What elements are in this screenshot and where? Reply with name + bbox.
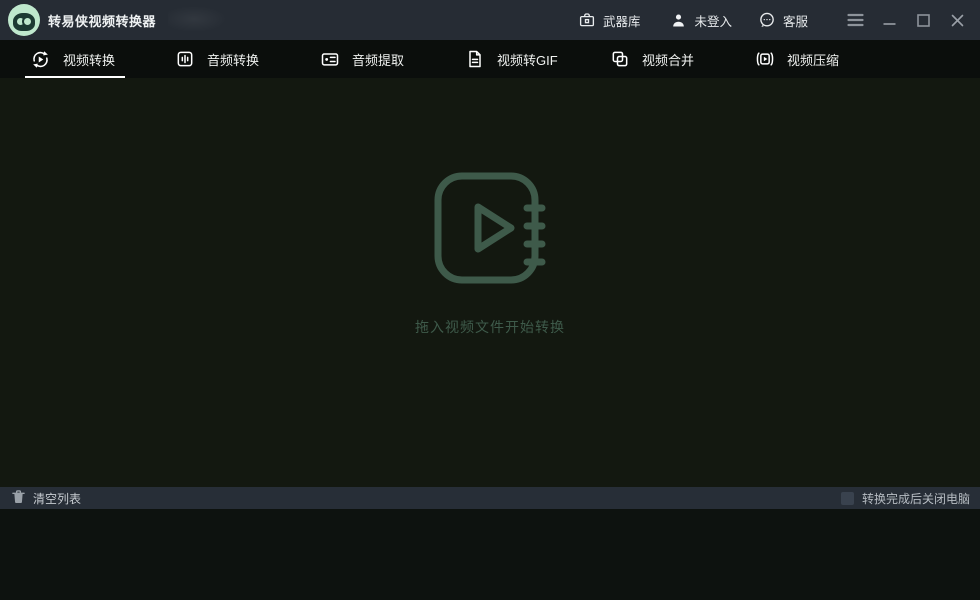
chat-icon: [758, 11, 776, 29]
title-bar: 转易侠视频转换器 武器库: [0, 0, 980, 40]
arsenal-button[interactable]: 武器库: [578, 11, 641, 30]
tab-label: 音频提取: [352, 50, 404, 69]
tab-label: 音频转换: [207, 50, 259, 69]
app-logo-icon: [8, 4, 40, 36]
service-button[interactable]: 客服: [758, 11, 808, 30]
drop-hint-text: 拖入视频文件开始转换: [415, 317, 565, 337]
app-title: 转易侠视频转换器: [48, 0, 156, 40]
audio-convert-icon: [175, 49, 195, 69]
close-icon: [951, 14, 964, 27]
shutdown-label: 转换完成后关闭电脑: [862, 490, 970, 507]
watermark: [168, 6, 226, 32]
app-window: 转易侠视频转换器 武器库: [0, 0, 980, 600]
minimize-icon: [883, 13, 896, 27]
service-label: 客服: [783, 11, 808, 30]
tab-audio-extract[interactable]: 音频提取: [304, 40, 449, 78]
clear-list-label: 清空列表: [33, 490, 81, 507]
video-merge-icon: [610, 49, 630, 69]
video-placeholder-icon: [430, 170, 550, 291]
feature-tab-bar: 视频转换 音频转换 音频提取: [0, 40, 980, 78]
tab-audio-convert[interactable]: 音频转换: [159, 40, 304, 78]
shutdown-option: 转换完成后关闭电脑: [841, 490, 970, 507]
close-button[interactable]: [940, 0, 974, 40]
video-drop-zone[interactable]: 拖入视频文件开始转换: [0, 78, 980, 487]
audio-extract-icon: [320, 49, 340, 69]
video-to-gif-icon: [465, 49, 485, 69]
tab-video-convert[interactable]: 视频转换: [14, 40, 159, 78]
bottom-panel: 转换格式: MP4 - 保持原视频设置 存储目录: C:\Users\Admin…: [0, 509, 980, 600]
tab-label: 视频合并: [642, 50, 694, 69]
tab-video-merge[interactable]: 视频合并: [594, 40, 739, 78]
tab-label: 视频压缩: [787, 50, 839, 69]
minimize-button[interactable]: [872, 0, 906, 40]
list-toolbar: 清空列表 转换完成后关闭电脑: [0, 487, 980, 509]
video-convert-icon: [30, 49, 51, 70]
tab-video-to-gif[interactable]: 视频转GIF: [449, 40, 594, 78]
login-button[interactable]: 未登入: [670, 11, 732, 30]
shutdown-checkbox[interactable]: [841, 492, 854, 505]
arsenal-icon: [578, 11, 596, 29]
trash-icon: [12, 490, 25, 507]
maximize-icon: [917, 14, 930, 27]
tab-video-compress[interactable]: 视频压缩: [739, 40, 884, 78]
maximize-button[interactable]: [906, 0, 940, 40]
user-icon: [670, 12, 687, 29]
clear-list-button[interactable]: 清空列表: [12, 490, 81, 507]
tab-label: 视频转GIF: [497, 50, 558, 69]
menu-button[interactable]: [838, 0, 872, 40]
menu-icon: [847, 13, 864, 27]
arsenal-label: 武器库: [603, 11, 641, 30]
video-compress-icon: [755, 49, 775, 69]
tab-label: 视频转换: [63, 50, 115, 69]
login-label: 未登入: [694, 11, 732, 30]
